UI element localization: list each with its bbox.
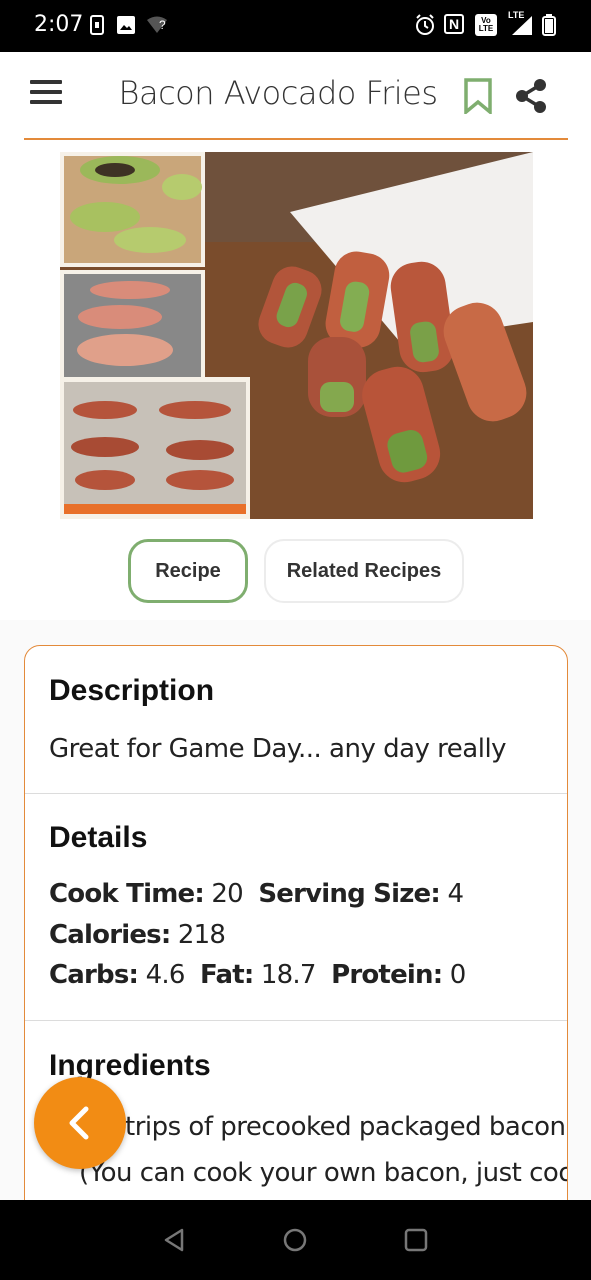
ingredient-line: trips of precooked packaged bacon <box>125 1112 566 1142</box>
wifi-question-mark: ? <box>159 18 166 32</box>
system-nav-bar <box>0 1200 591 1280</box>
calories-value: 218 <box>177 920 226 950</box>
fat-label: Fat: <box>200 960 254 990</box>
details-heading: Details <box>49 821 148 854</box>
carbs-label: Carbs: <box>49 960 139 990</box>
ingredient-line: (You can cook your own bacon, just cook … <box>79 1158 568 1188</box>
cook-time-label: Cook Time: <box>49 879 205 909</box>
carbs-value: 4.6 <box>145 960 186 990</box>
calories-label: Calories: <box>49 920 171 950</box>
nfc-icon: N <box>444 14 464 34</box>
recents-square-icon[interactable] <box>400 1224 432 1256</box>
back-triangle-icon[interactable] <box>160 1224 192 1256</box>
back-fab-button[interactable] <box>34 1077 126 1169</box>
description-heading: Description <box>49 674 215 707</box>
section-divider <box>25 1020 567 1021</box>
home-circle-icon[interactable] <box>279 1224 311 1256</box>
lte-signal-icon: LTE <box>506 10 534 36</box>
recipe-hero-image <box>60 152 533 519</box>
battery-icon <box>541 14 557 36</box>
protein-value: 0 <box>449 960 467 990</box>
volte-icon: Vo LTE <box>475 14 497 36</box>
app-bar-divider <box>24 138 568 140</box>
image-icon <box>115 14 137 36</box>
status-time: 2:07 <box>34 12 84 37</box>
status-bar: 2:07 ? N Vo LTE LTE <box>0 0 591 52</box>
wifi-question-icon: ? <box>146 14 172 36</box>
chevron-left-icon <box>69 1106 89 1140</box>
hamburger-menu-icon[interactable] <box>30 80 62 110</box>
fat-value: 18.7 <box>260 960 316 990</box>
sim-card-icon <box>86 14 108 36</box>
page-title: Bacon Avocado Fries <box>118 74 438 112</box>
description-text: Great for Game Day... any day really <box>49 734 507 764</box>
serving-size-value: 4 <box>447 879 464 909</box>
share-icon[interactable] <box>514 78 548 114</box>
alarm-icon <box>414 14 436 36</box>
tab-recipe[interactable]: Recipe <box>128 539 248 603</box>
tab-related-recipes[interactable]: Related Recipes <box>264 539 464 603</box>
cook-time-value: 20 <box>211 879 243 909</box>
details-line-1: Cook Time: 20 Serving Size: 4 <box>49 879 464 909</box>
serving-size-label: Serving Size: <box>258 879 440 909</box>
details-line-3: Carbs: 4.6 Fat: 18.7 Protein: 0 <box>49 960 466 990</box>
section-divider <box>25 793 567 794</box>
lte-label: LTE <box>508 10 525 20</box>
protein-label: Protein: <box>331 960 443 990</box>
details-line-2: Calories: 218 <box>49 920 226 950</box>
bookmark-icon[interactable] <box>462 78 494 116</box>
